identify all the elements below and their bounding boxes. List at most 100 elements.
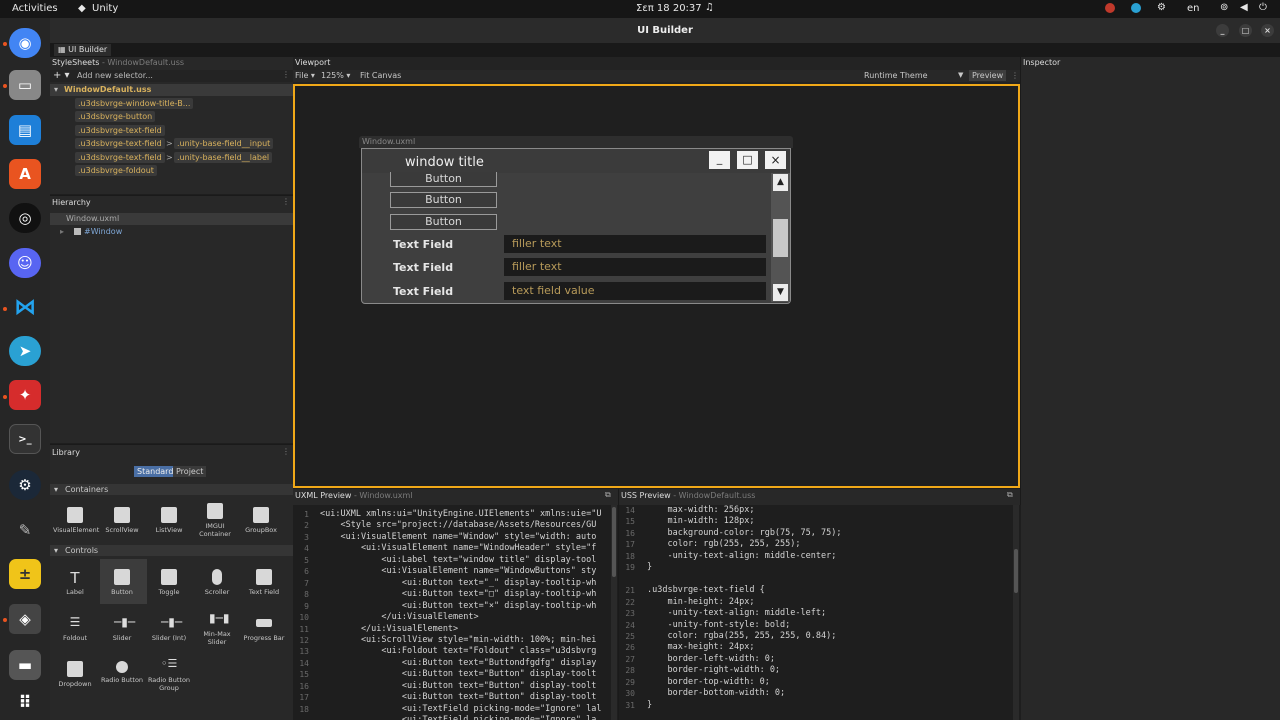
library-item-text-field[interactable]: Text Field — [242, 569, 286, 596]
ui-builder-tab[interactable]: ▦ UI Builder — [54, 44, 112, 56]
vscode-icon[interactable]: ⋈ — [9, 292, 41, 322]
selector-item[interactable]: .unity-base-field__input — [174, 138, 274, 149]
zoom-dropdown[interactable]: 125% ▾ — [321, 71, 350, 80]
tray-icon[interactable] — [1105, 3, 1115, 13]
gimp-icon[interactable]: ✎ — [9, 515, 41, 545]
terminal-icon[interactable]: >_ — [9, 424, 41, 454]
tab-standard[interactable]: Standard — [134, 466, 177, 477]
software-icon[interactable]: A — [9, 159, 41, 189]
unity-app-icon[interactable]: ◆ — [78, 3, 86, 14]
library-item-scrollview[interactable]: ScrollView — [100, 507, 144, 534]
canvas-window-header[interactable]: window title _ □ × — [362, 149, 790, 173]
selector-item[interactable]: .u3dsbvrge-text-field — [75, 138, 165, 149]
uss-scrollbar[interactable] — [1013, 505, 1019, 720]
close-button[interactable]: × — [1261, 24, 1274, 37]
text-field-input[interactable]: filler text — [504, 258, 766, 276]
canvas-button[interactable]: Button — [390, 172, 497, 187]
selector-item[interactable]: .u3dsbvrge-button — [75, 111, 156, 122]
scroll-down-arrow-icon[interactable]: ▼ — [773, 284, 788, 301]
selector-item[interactable]: .unity-base-field__label — [174, 152, 273, 163]
library-item-visualelement[interactable]: VisualElement — [53, 507, 99, 534]
library-item-radio-button-group[interactable]: ◦☰ Radio Button Group — [147, 657, 191, 692]
steam-icon[interactable]: ⚙ — [9, 470, 41, 500]
library-item-slider-int[interactable]: ─▮─ Slider (Int) — [147, 615, 191, 642]
uxml-scroll-thumb[interactable] — [612, 507, 616, 577]
library-item-slider[interactable]: ─▮─ Slider — [100, 615, 144, 642]
library-item-scroller[interactable]: Scroller — [195, 569, 239, 596]
bell-icon[interactable]: ♫ — [705, 2, 714, 13]
uss-scroll-thumb[interactable] — [1014, 549, 1018, 593]
containers-section[interactable]: ▾ Containers — [50, 484, 293, 495]
selector-item[interactable]: .u3dsbvrge-window-title-B... — [75, 98, 194, 109]
obs-icon[interactable]: ◎ — [9, 203, 41, 233]
writer-icon[interactable]: ▤ — [9, 115, 41, 145]
more-options-icon[interactable]: ⋮ — [282, 447, 290, 456]
theme-dropdown[interactable]: Runtime Theme — [864, 71, 928, 80]
power-icon[interactable]: ⏻ — [1259, 2, 1267, 13]
library-item-progress-bar[interactable]: Progress Bar — [242, 615, 286, 642]
preview-toggle[interactable]: Preview — [969, 70, 1007, 81]
canvas-document-header[interactable]: Window.uxml — [359, 136, 793, 148]
uss-code-area[interactable]: 14 15 16 17 18 19 21 22 23 24 25 26 27 28 29 30 31 max-… — [619, 505, 1021, 720]
activities-button[interactable]: Activities — [12, 3, 58, 14]
library-item-dropdown[interactable]: Dropdown — [53, 661, 97, 688]
uxml-scrollbar[interactable] — [611, 505, 617, 720]
library-item-radio-button[interactable]: Radio Button — [100, 661, 144, 684]
hierarchy-document-row[interactable]: Window.uxml — [50, 213, 293, 225]
app-star-icon[interactable]: ✦ — [9, 380, 41, 410]
maximize-button[interactable]: □ — [1239, 24, 1252, 37]
canvas-scrollbar[interactable]: ▲ ▼ — [771, 173, 790, 302]
discord-icon[interactable]: ☺ — [9, 248, 41, 278]
text-field-input[interactable]: filler text — [504, 235, 766, 253]
hierarchy-root[interactable]: #Window — [84, 227, 122, 236]
stylesheet-row[interactable]: ▾ WindowDefault.uss — [50, 84, 293, 96]
library-item-groupbox[interactable]: GroupBox — [239, 507, 283, 534]
more-options-icon[interactable]: ⋮ — [282, 70, 290, 79]
telegram-icon[interactable]: ➤ — [9, 336, 41, 366]
library-item-toggle[interactable]: Toggle — [147, 569, 191, 596]
selector-item[interactable]: .u3dsbvrge-foldout — [75, 165, 157, 176]
library-item-imgui-container[interactable]: IMGUI Container — [193, 503, 237, 538]
language-indicator[interactable]: en — [1187, 3, 1200, 14]
library-item-listview[interactable]: ListView — [147, 507, 191, 534]
file-menu[interactable]: File ▾ — [295, 71, 315, 80]
chromium-icon[interactable]: ◉ — [9, 28, 41, 58]
more-options-icon[interactable]: ⋮ — [1011, 71, 1019, 80]
open-external-icon[interactable]: ⧉ — [605, 490, 611, 500]
clock[interactable]: Σεπ 18 20:37 — [636, 3, 702, 14]
controls-section[interactable]: ▾ Controls — [50, 545, 293, 556]
open-external-icon[interactable]: ⧉ — [1007, 490, 1013, 500]
network-status-icon[interactable]: ⊚ — [1220, 2, 1228, 13]
canvas-maximize-button[interactable]: □ — [737, 151, 758, 169]
more-options-icon[interactable]: ⋮ — [282, 197, 290, 206]
theme-dropdown-arrow[interactable]: ▼ — [958, 71, 963, 79]
network-icon[interactable]: ⚙ — [1157, 2, 1166, 13]
add-selector-button[interactable]: + ▾ — [53, 70, 70, 81]
drive-icon[interactable]: ▬ — [9, 650, 41, 680]
scroll-up-arrow-icon[interactable]: ▲ — [773, 174, 788, 191]
canvas-button[interactable]: Button — [390, 192, 497, 208]
library-item-label[interactable]: T Label — [53, 569, 97, 596]
minimize-button[interactable]: _ — [1216, 24, 1229, 37]
calculator-icon[interactable]: ± — [9, 559, 41, 589]
telegram-tray-icon[interactable] — [1131, 3, 1141, 13]
window-title-bar[interactable]: UI Builder _ □ × — [50, 18, 1280, 43]
uxml-code-area[interactable]: 1 2 3 4 5 6 7 8 9 10 11 12 13 14 15 16 17 18 <ui:UXML xml… — [293, 505, 618, 720]
expand-arrow-icon[interactable]: ▸ — [60, 227, 64, 236]
canvas-close-button[interactable]: × — [765, 151, 786, 169]
selector-item[interactable]: .u3dsbvrge-text-field — [75, 125, 165, 136]
expand-arrow-icon[interactable]: ▾ — [54, 85, 58, 94]
library-item-foldout[interactable]: ☰ Foldout — [53, 615, 97, 642]
canvas-minimize-button[interactable]: _ — [709, 151, 730, 169]
unity-dock-icon[interactable]: ◈ — [9, 604, 41, 634]
scroll-thumb[interactable] — [773, 219, 788, 257]
files-icon[interactable]: ▭ — [9, 70, 41, 100]
canvas-button[interactable]: Button — [390, 214, 497, 230]
text-field-input[interactable]: text field value — [504, 282, 766, 300]
app-menu[interactable]: Unity — [92, 3, 118, 14]
selector-item[interactable]: .u3dsbvrge-text-field — [75, 152, 165, 163]
volume-icon[interactable]: ◀ — [1240, 2, 1248, 13]
app-grid-icon[interactable]: ⠿ — [9, 688, 41, 718]
add-selector-input[interactable]: Add new selector... — [77, 71, 153, 80]
library-item-button[interactable]: Button — [100, 569, 144, 596]
